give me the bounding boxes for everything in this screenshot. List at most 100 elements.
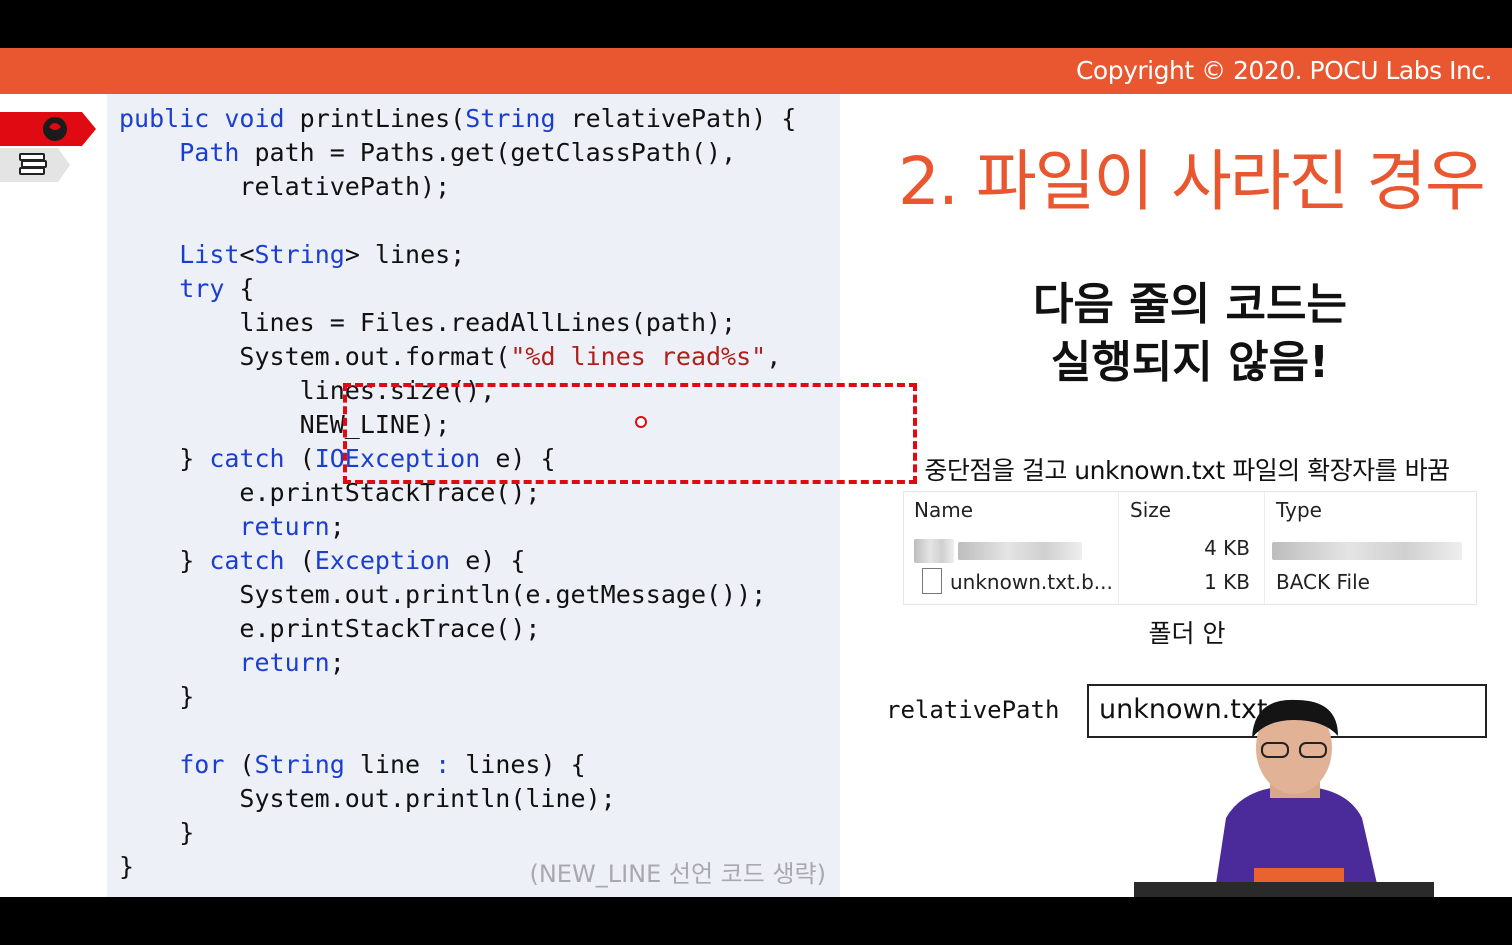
- code-line: List<String> lines;: [119, 238, 796, 272]
- code-token: e.printStackTrace();: [119, 614, 541, 643]
- folder-label: 폴더 안: [1148, 619, 1226, 648]
- headline: 다음 줄의 코드는 실행되지 않음!: [880, 276, 1500, 392]
- code-token: void: [224, 104, 285, 133]
- slide: Copyright © 2020. POCU Labs Inc. public …: [0, 48, 1512, 897]
- code-token: > lines;: [344, 240, 466, 269]
- code-token: e) {: [450, 546, 526, 575]
- code-token: Exception: [314, 546, 451, 575]
- code-token: return: [239, 648, 330, 677]
- code-token: catch: [209, 546, 285, 575]
- code-token: return: [239, 512, 330, 541]
- code-token: String: [254, 240, 345, 269]
- code-token: (: [284, 444, 315, 473]
- code-token: }: [119, 852, 135, 881]
- code-token: List: [179, 240, 240, 269]
- code-block: public void printLines(String relativePa…: [119, 102, 796, 884]
- code-token: ,: [766, 342, 782, 371]
- file-icon: [922, 568, 942, 594]
- code-line: }: [119, 816, 796, 850]
- blurred-icon: [914, 539, 954, 563]
- code-token: }: [119, 682, 195, 711]
- code-line: System.out.println(line);: [119, 782, 796, 816]
- code-token: System.out.println(e.getMessage());: [119, 580, 767, 609]
- code-token: String: [254, 750, 345, 779]
- code-panel: public void printLines(String relativePa…: [107, 94, 917, 897]
- code-token: System.out.format(: [119, 342, 511, 371]
- code-token: lines = Files.readAllLines(path);: [119, 308, 737, 337]
- code-token: {: [224, 274, 255, 303]
- caption: 중단점을 걸고 unknown.txt 파일의 확장자를 바꿈: [924, 456, 1450, 485]
- code-token: (: [284, 546, 315, 575]
- code-line: System.out.println(e.getMessage());: [119, 578, 796, 612]
- code-token: <: [239, 240, 255, 269]
- code-token: (: [224, 750, 255, 779]
- code-token: String: [465, 104, 556, 133]
- file-type: BACK File: [1276, 570, 1370, 594]
- code-line: public void printLines(String relativePa…: [119, 102, 796, 136]
- code-line: System.out.format("%d lines read%s",: [119, 340, 796, 374]
- code-line: relativePath);: [119, 170, 796, 204]
- code-token: "%d lines read%s": [510, 342, 767, 371]
- code-token: :: [435, 750, 451, 779]
- headline-line-2: 실행되지 않음!: [1050, 337, 1330, 388]
- code-token: }: [119, 444, 210, 473]
- code-token: }: [119, 546, 210, 575]
- file-size: 1 KB: [1204, 570, 1250, 594]
- relative-path-label: relativePath: [886, 696, 1060, 724]
- code-token: }: [119, 818, 195, 847]
- code-token: lines) {: [450, 750, 586, 779]
- code-token: public: [119, 104, 210, 133]
- code-token: path = Paths.get(getClassPath(),: [239, 138, 737, 167]
- file-explorer-list: Name Size Type 4 KB unknown.txt.b... 1 K…: [903, 491, 1477, 605]
- headline-line-1: 다음 줄의 코드는: [1033, 279, 1347, 330]
- column-header-name[interactable]: Name: [914, 498, 973, 522]
- copyright-text: Copyright © 2020. POCU Labs Inc.: [1075, 56, 1493, 85]
- code-token: line: [344, 750, 436, 779]
- video-top-letterbox: [0, 0, 1512, 48]
- code-line: return;: [119, 510, 796, 544]
- code-footnote: (NEW_LINE 선언 코드 생략): [529, 860, 826, 888]
- code-token: relativePath);: [119, 172, 451, 201]
- pointer-dot: [635, 416, 647, 428]
- code-line: e.printStackTrace();: [119, 612, 796, 646]
- code-token: printLines(: [284, 104, 466, 133]
- file-row[interactable]: unknown.txt.b... 1 KB BACK File: [904, 566, 1476, 600]
- code-line: return;: [119, 646, 796, 680]
- code-token: System.out.println(line);: [119, 784, 616, 813]
- brain-head-icon: [0, 112, 96, 146]
- code-token: catch: [209, 444, 285, 473]
- file-size: 4 KB: [1204, 536, 1250, 560]
- code-token: ;: [329, 512, 345, 541]
- column-header-size[interactable]: Size: [1130, 498, 1171, 522]
- books-stack-icon: [0, 148, 70, 182]
- blurred-type: [1272, 542, 1462, 560]
- code-token: for: [179, 750, 225, 779]
- file-name: unknown.txt.b...: [950, 570, 1113, 594]
- column-header-type[interactable]: Type: [1276, 498, 1322, 522]
- code-token: try: [179, 274, 225, 303]
- code-line: for (String line : lines) {: [119, 748, 796, 782]
- code-line: Path path = Paths.get(getClassPath(),: [119, 136, 796, 170]
- code-token: relativePath) {: [555, 104, 797, 133]
- code-token: ;: [329, 648, 345, 677]
- header-band: Copyright © 2020. POCU Labs Inc.: [0, 48, 1512, 94]
- code-line: try {: [119, 272, 796, 306]
- blurred-name: [958, 542, 1082, 560]
- file-row[interactable]: 4 KB: [904, 532, 1476, 564]
- code-token: Path: [179, 138, 240, 167]
- video-bottom-letterbox: [0, 897, 1512, 945]
- code-line: } catch (Exception e) {: [119, 544, 796, 578]
- code-line: }: [119, 680, 796, 714]
- presenter-video-overlay: [1134, 699, 1434, 897]
- slide-title: 2. 파일이 사라진 경우: [898, 143, 1486, 220]
- highlight-box: [343, 383, 917, 484]
